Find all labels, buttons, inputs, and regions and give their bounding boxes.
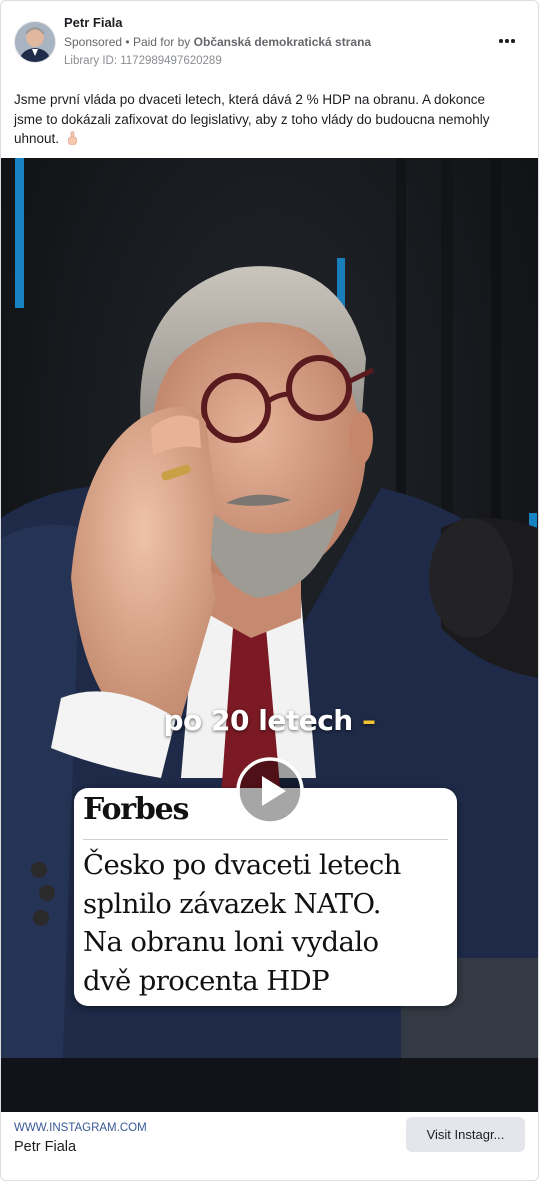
paid-for-by[interactable]: Občanská demokratická strana xyxy=(194,35,371,49)
more-horizontal-icon xyxy=(498,39,516,43)
headline-line: Česko po dvaceti letech xyxy=(83,849,401,881)
sponsored-label: Sponsored xyxy=(64,35,123,49)
play-button[interactable] xyxy=(235,756,305,826)
video-caption: po 20 letech – xyxy=(1,704,538,737)
visit-instagram-button[interactable]: Visit Instagr... xyxy=(406,1117,525,1152)
news-headline: Česko po dvaceti letech splnilo závazek … xyxy=(83,846,453,1000)
video-player[interactable]: po 20 letech – Forbes Česko po dvaceti l… xyxy=(1,158,538,1112)
sponsorship-line: Sponsored • Paid for by Občanská demokra… xyxy=(64,35,371,49)
play-icon xyxy=(236,757,304,825)
caption-text: po 20 letech xyxy=(163,704,354,737)
ad-text: Jsme první vláda po dvaceti letech, kter… xyxy=(14,92,490,146)
headline-line: Na obranu loni vydalo xyxy=(83,926,379,958)
ad-body-text: Jsme první vláda po dvaceti letech, kter… xyxy=(14,90,514,149)
paid-for-prefix: Paid for by xyxy=(132,35,191,49)
library-id: Library ID: 1172989497620289 xyxy=(64,55,222,67)
page-name[interactable]: Petr Fiala xyxy=(64,15,123,30)
headline-line: splnilo závazek NATO. xyxy=(83,887,382,920)
page-avatar[interactable] xyxy=(14,21,56,63)
ad-card: Petr Fiala Sponsored • Paid for by Občan… xyxy=(0,0,539,1181)
news-brand-logo: Forbes xyxy=(83,792,189,827)
news-divider xyxy=(83,839,448,840)
headline-line: dvě procenta HDP xyxy=(83,964,330,997)
caption-dash: – xyxy=(361,704,376,737)
pointing-up-emoji-icon xyxy=(66,131,79,145)
more-options-button[interactable] xyxy=(491,29,523,53)
link-title[interactable]: Petr Fiala xyxy=(14,1139,76,1155)
link-domain[interactable]: WWW.INSTAGRAM.COM xyxy=(14,1122,147,1134)
separator-dot: • xyxy=(125,35,133,49)
link-footer[interactable]: WWW.INSTAGRAM.COM Petr Fiala Visit Insta… xyxy=(1,1112,538,1180)
post-header: Petr Fiala Sponsored • Paid for by Občan… xyxy=(1,1,538,81)
